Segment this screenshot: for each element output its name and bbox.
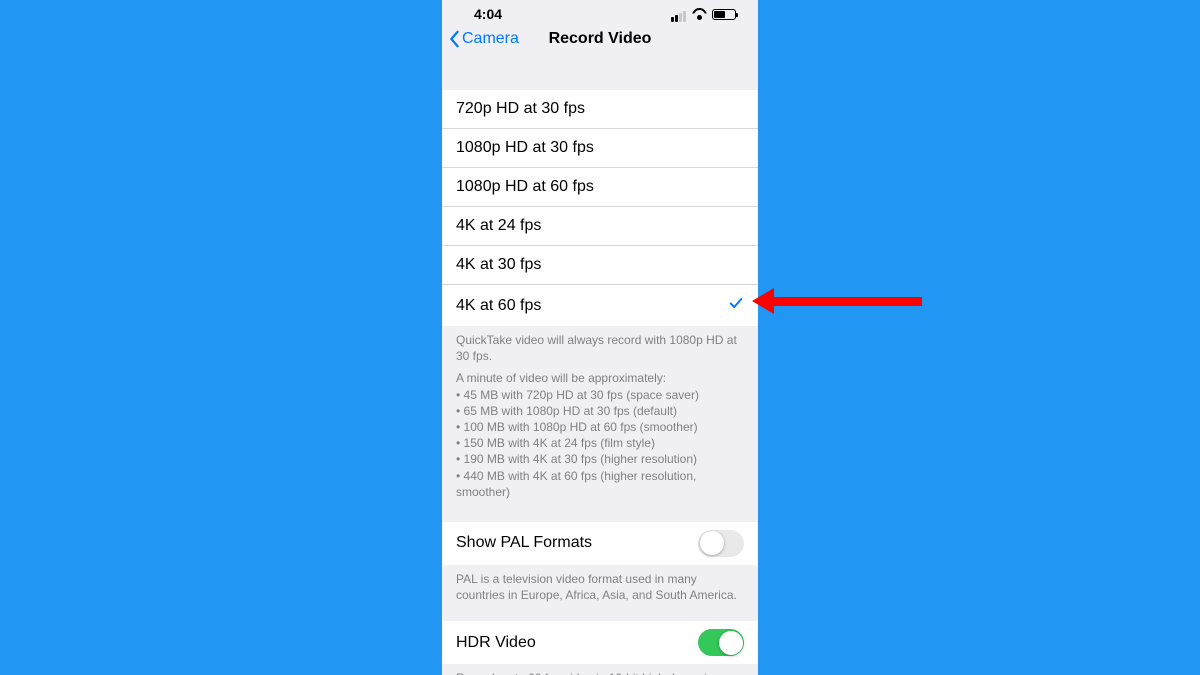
video-option-label: 4K at 24 fps (456, 217, 541, 235)
chevron-left-icon (448, 30, 460, 48)
hdr-toggle[interactable] (698, 629, 744, 656)
status-icons (671, 6, 736, 22)
video-option-row[interactable]: 1080p HD at 30 fps (442, 129, 758, 168)
video-option-row[interactable]: 4K at 30 fps (442, 246, 758, 285)
status-time: 4:04 (474, 6, 502, 22)
navigation-bar: Camera Record Video (442, 28, 758, 66)
video-option-row[interactable]: 4K at 60 fps (442, 285, 758, 326)
video-option-label: 4K at 60 fps (456, 297, 541, 315)
back-label: Camera (462, 30, 519, 48)
status-bar: 4:04 (442, 0, 758, 28)
video-option-row[interactable]: 4K at 24 fps (442, 207, 758, 246)
phone-screen: 4:04 Camera Record Video 720p HD at 30 f… (442, 0, 758, 675)
cellular-icon (671, 6, 687, 22)
quicktake-note: QuickTake video will always record with … (442, 326, 758, 368)
video-option-label: 4K at 30 fps (456, 256, 541, 274)
video-option-label: 1080p HD at 30 fps (456, 139, 594, 157)
hdr-note: Record up to 60 fps video in 10-bit high… (442, 664, 758, 675)
video-option-row[interactable]: 1080p HD at 60 fps (442, 168, 758, 207)
video-option-row[interactable]: 720p HD at 30 fps (442, 90, 758, 129)
red-arrow-annotation (752, 288, 922, 314)
video-format-list: 720p HD at 30 fps 1080p HD at 30 fps 1080p… (442, 90, 758, 326)
pal-label: Show PAL Formats (456, 534, 592, 552)
pal-toggle[interactable] (698, 530, 744, 557)
size-estimates: A minute of video will be approximately:… (442, 368, 758, 504)
page-title: Record Video (549, 30, 652, 48)
pal-note: PAL is a television video format used in… (442, 565, 758, 607)
hdr-video-row[interactable]: HDR Video (442, 621, 758, 664)
show-pal-formats-row[interactable]: Show PAL Formats (442, 522, 758, 565)
checkmark-icon (728, 295, 744, 316)
wifi-icon (692, 9, 707, 20)
hdr-label: HDR Video (456, 634, 536, 652)
video-option-label: 720p HD at 30 fps (456, 100, 585, 118)
battery-icon (712, 9, 736, 20)
back-button[interactable]: Camera (448, 30, 519, 48)
video-option-label: 1080p HD at 60 fps (456, 178, 594, 196)
